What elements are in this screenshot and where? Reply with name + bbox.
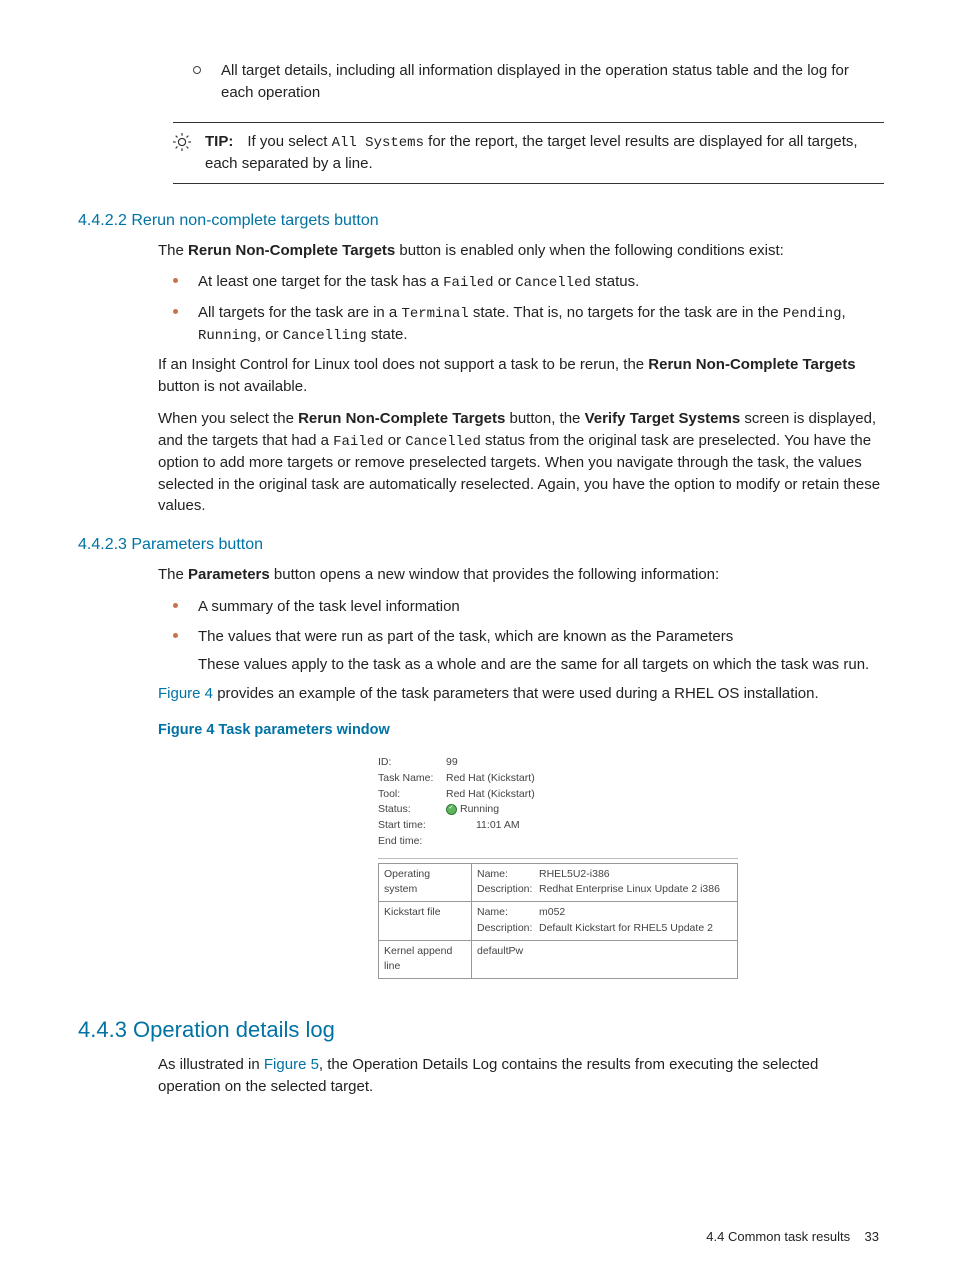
tip-label: TIP:: [205, 133, 233, 150]
list-item: At least one target for the task has a F…: [173, 271, 884, 293]
heading-4422: 4.4.2.2 Rerun non-complete targets butto…: [78, 209, 884, 232]
code-text: All Systems: [332, 135, 424, 151]
figure-5-link[interactable]: Figure 5: [264, 1056, 319, 1073]
paragraph: As illustrated in Figure 5, the Operatio…: [158, 1054, 884, 1098]
tip-lightbulb-icon: [173, 133, 193, 175]
heading-4423: 4.4.2.3 Parameters button: [78, 533, 884, 556]
table-row: Operating system Name:RHEL5U2-i386 Descr…: [379, 863, 738, 902]
table-row: Kernel append line defaultPw: [379, 940, 738, 979]
tip-callout: TIP:If you select All Systems for the re…: [173, 122, 884, 184]
paragraph: When you select the Rerun Non-Complete T…: [158, 408, 884, 517]
bullet-icon: [173, 278, 178, 283]
running-status-icon: [446, 804, 457, 815]
table-row: Kickstart file Name:m052 Description:Def…: [379, 902, 738, 941]
bullet-icon: [173, 603, 178, 608]
figure-4-link[interactable]: Figure 4: [158, 685, 213, 702]
bullet-icon: [173, 633, 178, 638]
list-item: The values that were run as part of the …: [173, 626, 884, 676]
page-content: All target details, including all inform…: [0, 0, 954, 1286]
figure-4-task-parameters: ID:99 Task Name:Red Hat (Kickstart) Tool…: [378, 753, 738, 979]
task-summary-block: ID:99 Task Name:Red Hat (Kickstart) Tool…: [378, 753, 738, 854]
heading-443: 4.4.3 Operation details log: [78, 1014, 884, 1046]
list-item: A summary of the task level information: [173, 596, 884, 618]
paragraph: The Rerun Non-Complete Targets button is…: [158, 240, 884, 262]
hollow-circle-icon: [193, 66, 201, 74]
bullet-icon: [173, 309, 178, 314]
page-footer: 4.4 Common task results 33: [78, 1228, 884, 1247]
task-parameters-table: Operating system Name:RHEL5U2-i386 Descr…: [378, 863, 738, 980]
list-item-text: All target details, including all inform…: [221, 60, 884, 104]
tip-text: TIP:If you select All Systems for the re…: [205, 131, 884, 175]
nested-list-item: All target details, including all inform…: [193, 60, 884, 104]
list-item: All targets for the task are in a Termin…: [173, 302, 884, 347]
figure-caption: Figure 4 Task parameters window: [158, 720, 884, 741]
paragraph: If an Insight Control for Linux tool doe…: [158, 354, 884, 398]
paragraph: Figure 4 provides an example of the task…: [158, 683, 884, 705]
paragraph: The Parameters button opens a new window…: [158, 564, 884, 586]
